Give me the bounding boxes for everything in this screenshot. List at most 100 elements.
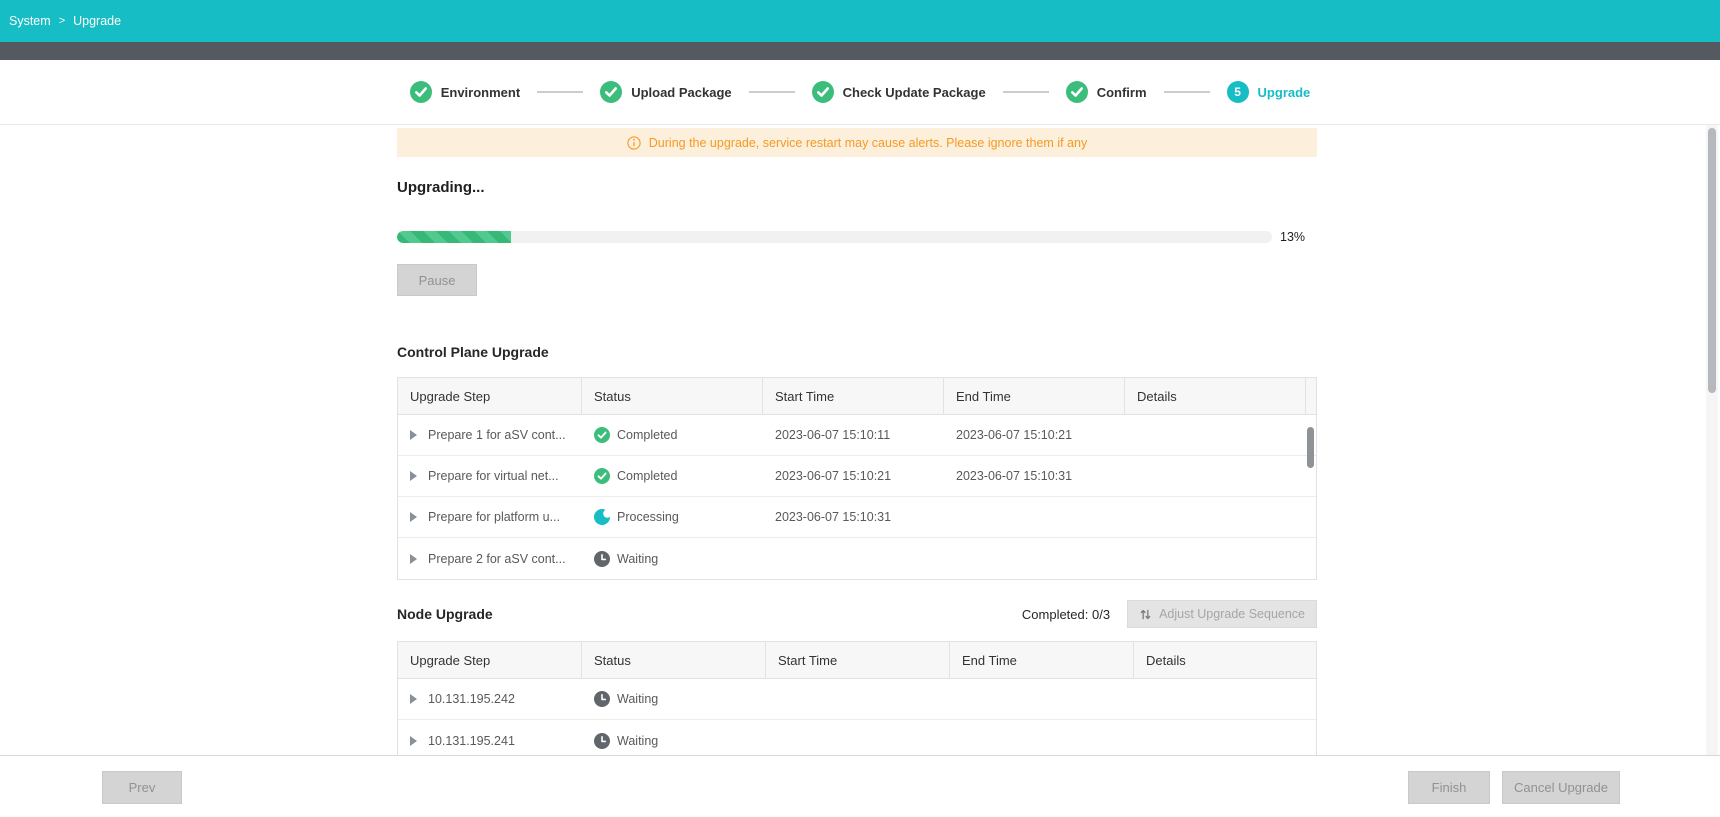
breadcrumb-upgrade: Upgrade xyxy=(73,14,121,28)
step-label: Environment xyxy=(441,85,520,100)
table-header: Upgrade StepStatusStart TimeEnd TimeDeta… xyxy=(398,378,1316,415)
node-upgrade-header: Node Upgrade Completed: 0/3 Adjust Upgra… xyxy=(397,600,1317,628)
status-label: Waiting xyxy=(617,552,658,566)
start-time-cell: 2023-06-07 15:10:21 xyxy=(763,469,944,483)
top-header-bar: System > Upgrade xyxy=(0,0,1720,42)
sort-arrows-icon xyxy=(1139,608,1152,621)
step-connector xyxy=(1003,91,1049,93)
column-header-end-time: End Time xyxy=(950,642,1134,678)
pause-button[interactable]: Pause xyxy=(397,264,477,296)
page-title: Upgrading... xyxy=(397,179,1317,197)
upgrade-step-label: Prepare 2 for aSV cont... xyxy=(428,552,566,566)
end-time-cell: 2023-06-07 15:10:21 xyxy=(944,428,1125,442)
footer-bar: Prev Finish Cancel Upgrade xyxy=(0,755,1720,817)
step-connector xyxy=(1164,91,1210,93)
column-header-status: Status xyxy=(582,642,766,678)
completed-icon xyxy=(594,427,610,443)
upgrade-notice-banner: During the upgrade, service restart may … xyxy=(397,128,1317,157)
step-connector xyxy=(537,91,583,93)
adjust-button-label: Adjust Upgrade Sequence xyxy=(1159,607,1305,621)
step-environment: Environment xyxy=(410,81,520,103)
upgrade-step-label: Prepare for platform u... xyxy=(428,510,560,524)
notice-text: During the upgrade, service restart may … xyxy=(649,136,1087,150)
start-time-cell: 2023-06-07 15:10:31 xyxy=(763,510,944,524)
check-icon xyxy=(410,81,432,103)
step-label: Upgrade xyxy=(1258,85,1311,100)
table-row: 10.131.195.242Waiting xyxy=(398,679,1316,720)
end-time-cell: 2023-06-07 15:10:31 xyxy=(944,469,1125,483)
column-header-status: Status xyxy=(582,378,763,414)
check-icon xyxy=(1066,81,1088,103)
processing-icon xyxy=(594,509,610,525)
cancel-upgrade-button[interactable]: Cancel Upgrade xyxy=(1502,771,1620,804)
column-header-details: Details xyxy=(1134,642,1316,678)
table-scrollbar-thumb[interactable] xyxy=(1307,427,1314,468)
control-plane-table-wrap: Upgrade StepStatusStart TimeEnd TimeDeta… xyxy=(397,377,1317,580)
step-check-update-package: Check Update Package xyxy=(812,81,986,103)
completed-count: Completed: 0/3 xyxy=(1022,607,1110,622)
main-content: During the upgrade, service restart may … xyxy=(0,125,1720,755)
table-body: 10.131.195.242Waiting 10.131.195.241 Waiti… xyxy=(398,679,1316,755)
node-upgrade-title: Node Upgrade xyxy=(397,606,493,622)
table-row: 10.131.195.241 Waiting xyxy=(398,720,1316,755)
breadcrumb-system[interactable]: System xyxy=(9,14,51,28)
table-header: Upgrade StepStatusStart TimeEnd TimeDeta… xyxy=(398,642,1316,679)
table-row: Prepare for platform u... Processing 2023-… xyxy=(398,497,1316,538)
control-plane-table: Upgrade StepStatusStart TimeEnd TimeDeta… xyxy=(397,377,1317,580)
step-number-badge: 5 xyxy=(1227,81,1249,103)
start-time-cell: 2023-06-07 15:10:11 xyxy=(763,428,944,442)
expand-arrow-icon[interactable] xyxy=(410,430,417,440)
table-row: Prepare 2 for aSV cont... Waiting xyxy=(398,538,1316,579)
status-label: Completed xyxy=(617,428,677,442)
waiting-icon xyxy=(594,691,610,707)
progress-bar xyxy=(397,231,1272,243)
secondary-dark-bar xyxy=(0,42,1720,60)
progress-fill xyxy=(397,231,511,243)
step-confirm: Confirm xyxy=(1066,81,1147,103)
upgrade-step-label: Prepare 1 for aSV cont... xyxy=(428,428,566,442)
step-upload-package: Upload Package xyxy=(600,81,731,103)
column-header-upgrade-step: Upgrade Step xyxy=(398,642,582,678)
check-icon xyxy=(600,81,622,103)
info-icon xyxy=(627,136,641,150)
status-label: Processing xyxy=(617,510,679,524)
progress-row: 13% xyxy=(397,230,1317,244)
waiting-icon xyxy=(594,733,610,749)
finish-button[interactable]: Finish xyxy=(1408,771,1490,804)
table-row: Prepare for virtual net... Completed 2023-… xyxy=(398,456,1316,497)
prev-button[interactable]: Prev xyxy=(102,771,182,804)
expand-arrow-icon[interactable] xyxy=(410,694,417,704)
upgrade-step-label: Prepare for virtual net... xyxy=(428,469,559,483)
step-upgrade: 5 Upgrade xyxy=(1227,81,1311,103)
waiting-icon xyxy=(594,551,610,567)
expand-arrow-icon[interactable] xyxy=(410,512,417,522)
page-scrollbar-thumb[interactable] xyxy=(1708,128,1716,393)
stepper: Environment Upload Package Check Update Pa… xyxy=(410,81,1311,103)
step-label: Confirm xyxy=(1097,85,1147,100)
column-header-start-time: Start Time xyxy=(766,642,950,678)
column-header-details: Details xyxy=(1125,378,1306,414)
expand-arrow-icon[interactable] xyxy=(410,554,417,564)
check-icon xyxy=(812,81,834,103)
expand-arrow-icon[interactable] xyxy=(410,471,417,481)
adjust-upgrade-sequence-button[interactable]: Adjust Upgrade Sequence xyxy=(1127,600,1317,628)
column-header-end-time: End Time xyxy=(944,378,1125,414)
status-label: Completed xyxy=(617,469,677,483)
expand-arrow-icon[interactable] xyxy=(410,736,417,746)
column-header-start-time: Start Time xyxy=(763,378,944,414)
table-body: Prepare 1 for aSV cont... Completed 2023-0… xyxy=(398,415,1316,579)
upgrade-step-label: 10.131.195.241 xyxy=(428,734,515,748)
status-label: Waiting xyxy=(617,734,658,748)
progress-percent: 13% xyxy=(1280,230,1305,244)
completed-icon xyxy=(594,468,610,484)
scrollbar-strip-header xyxy=(1306,378,1317,414)
step-connector xyxy=(749,91,795,93)
step-label: Check Update Package xyxy=(843,85,986,100)
control-plane-title: Control Plane Upgrade xyxy=(397,344,1317,361)
status-label: Waiting xyxy=(617,692,658,706)
node-table-wrap: Upgrade StepStatusStart TimeEnd TimeDeta… xyxy=(397,641,1317,755)
node-upgrade-table: Upgrade StepStatusStart TimeEnd TimeDeta… xyxy=(397,641,1317,755)
page-scrollbar xyxy=(1706,125,1718,755)
step-label: Upload Package xyxy=(631,85,731,100)
breadcrumb-separator: > xyxy=(59,15,65,27)
